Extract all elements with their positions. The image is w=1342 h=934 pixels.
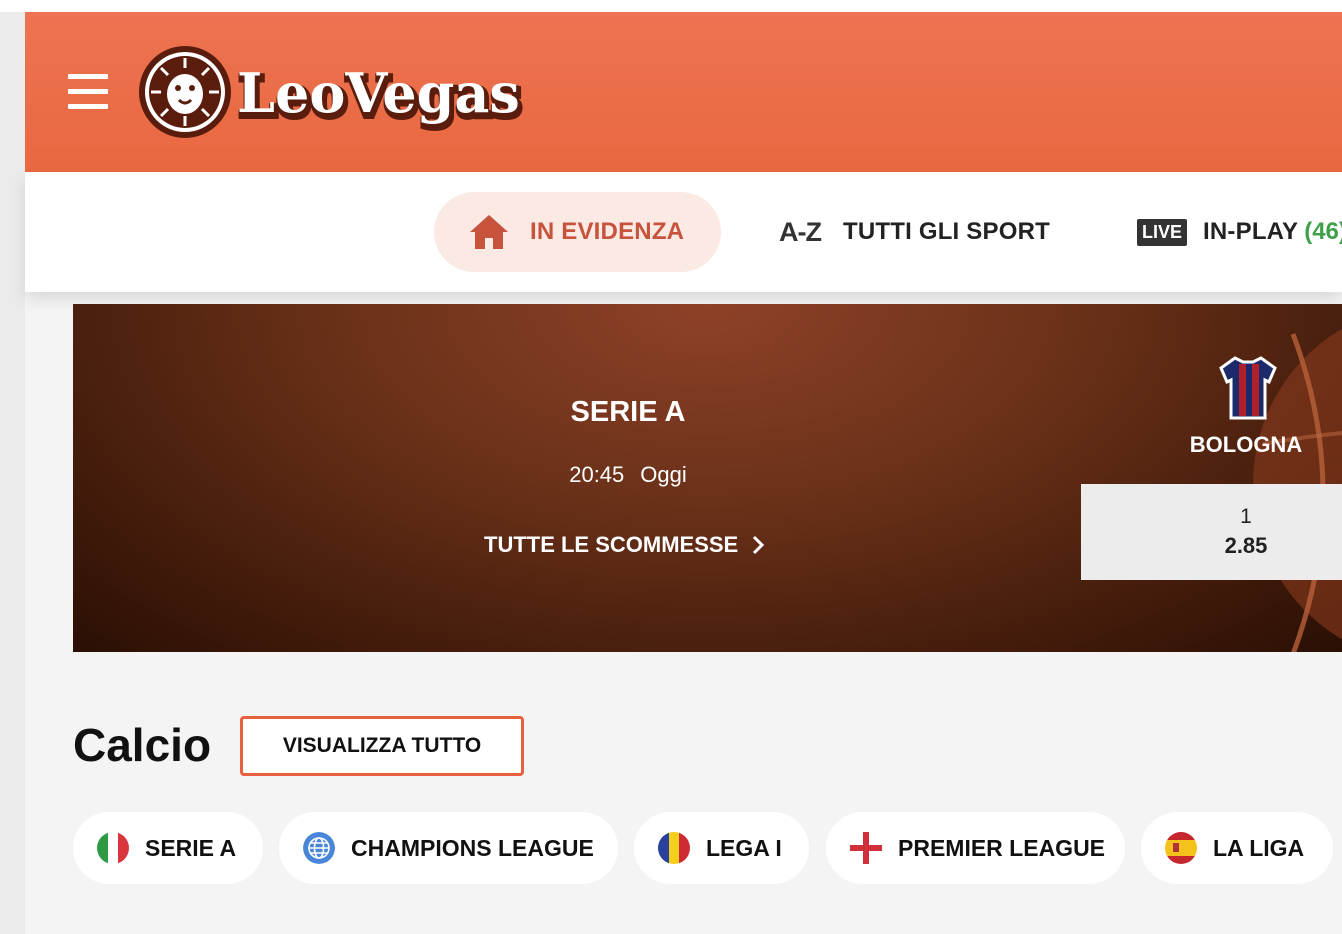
league-chip-champions-league[interactable]: CHAMPIONS LEAGUE xyxy=(279,812,618,884)
featured-match-banner[interactable]: SERIE A 20:45 Oggi TUTTE LE SCOMMESSE BOL… xyxy=(73,304,1342,652)
left-gutter xyxy=(0,12,25,934)
league-chip-la-liga[interactable]: LA LIGA xyxy=(1141,812,1333,884)
league-chip-label: PREMIER LEAGUE xyxy=(898,834,1106,861)
league-chip-label: LA LIGA xyxy=(1213,834,1305,861)
lion-emblem-icon: LeoVegas LeoVegas xyxy=(139,46,525,138)
in-play-count: (46) xyxy=(1304,218,1342,245)
competition-title: SERIE A xyxy=(570,396,686,428)
league-chip-label: SERIE A xyxy=(145,834,237,861)
view-all-button[interactable]: VISUALIZZA TUTTO xyxy=(240,716,524,776)
romania-flag-icon xyxy=(658,832,690,864)
match-time: 20:45 Oggi xyxy=(73,462,1183,488)
italy-flag-icon xyxy=(97,832,129,864)
svg-text:LeoVegas: LeoVegas xyxy=(237,61,520,125)
match-day: Oggi xyxy=(640,462,687,487)
team-jersey-icon xyxy=(1219,356,1277,420)
odds-value: 2.85 xyxy=(1224,533,1268,558)
tab-all-sports-label: TUTTI GLI SPORT xyxy=(842,218,1050,245)
chevron-right-icon xyxy=(753,535,765,555)
home-icon xyxy=(470,215,508,249)
leovegas-logo[interactable]: LeoVegas LeoVegas xyxy=(137,42,537,142)
spain-flag-icon xyxy=(1165,832,1197,864)
sports-nav: IN EVIDENZA A-Z TUTTI GLI SPORT LIVE IN-… xyxy=(25,172,1342,292)
league-chip-lega-i[interactable]: LEGA I xyxy=(634,812,809,884)
league-chip-label: LEGA I xyxy=(706,834,782,861)
team-name: BOLOGNA xyxy=(1189,432,1303,457)
live-badge: LIVE xyxy=(1137,218,1188,246)
globe-icon xyxy=(303,832,335,864)
all-bets-link[interactable]: TUTTE LE SCOMMESSE xyxy=(484,532,766,558)
all-bets-label: TUTTE LE SCOMMESSE xyxy=(484,532,739,557)
tab-featured-label: IN EVIDENZA xyxy=(530,218,685,245)
england-flag-icon xyxy=(850,832,882,864)
tab-in-play-label: IN-PLAY xyxy=(1203,218,1299,245)
browser-top-strip xyxy=(0,0,1342,12)
tab-in-play[interactable]: LIVE IN-PLAY (46) xyxy=(1137,192,1342,272)
league-chip-label: CHAMPIONS LEAGUE xyxy=(351,834,594,861)
menu-icon[interactable] xyxy=(68,74,110,110)
tab-all-sports[interactable]: A-Z TUTTI GLI SPORT xyxy=(779,192,1079,272)
a-z-icon: A-Z xyxy=(779,216,822,247)
tab-featured[interactable]: IN EVIDENZA xyxy=(434,192,721,272)
league-chip-premier-league[interactable]: PREMIER LEAGUE xyxy=(826,812,1125,884)
kickoff-time: 20:45 xyxy=(569,462,625,487)
league-chip-serie-a[interactable]: SERIE A xyxy=(73,812,263,884)
odds-label: 1 xyxy=(1240,505,1252,528)
site-header: LeoVegas LeoVegas xyxy=(25,12,1342,172)
section-title: Calcio xyxy=(73,719,212,771)
odds-button[interactable]: 1 2.85 xyxy=(1081,484,1342,580)
